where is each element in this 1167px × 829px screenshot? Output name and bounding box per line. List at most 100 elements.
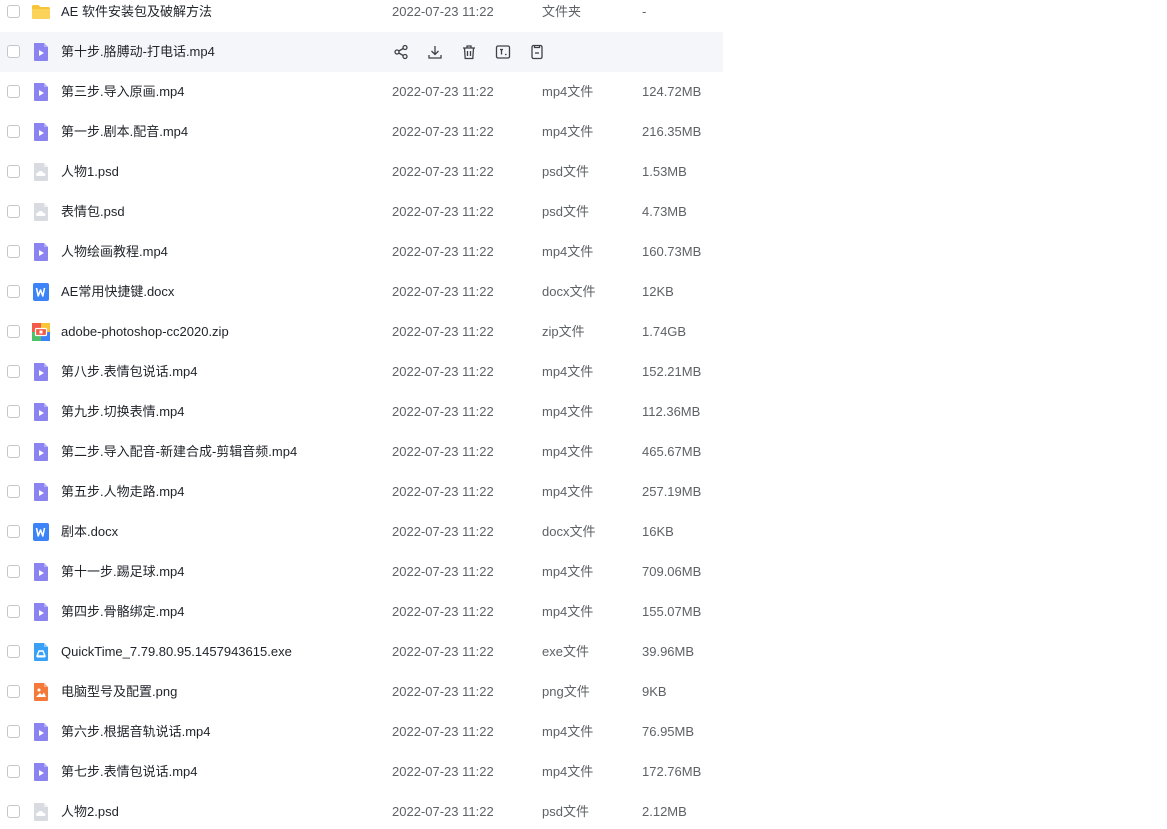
row-checkbox[interactable] bbox=[7, 765, 20, 778]
file-name[interactable]: AE 软件安装包及破解方法 bbox=[61, 0, 212, 32]
file-name[interactable]: 人物绘画教程.mp4 bbox=[61, 232, 168, 272]
file-row[interactable]: 人物1.psd 2022-07-23 11:22 psd文件 1.53MB bbox=[0, 152, 723, 192]
file-row[interactable]: 第七步.表情包说话.mp4 2022-07-23 11:22 mp4文件 172.76… bbox=[0, 752, 723, 792]
file-row[interactable]: 电脑型号及配置.png 2022-07-23 11:22 png文件 9KB bbox=[0, 672, 723, 712]
video-file-icon bbox=[31, 562, 51, 582]
file-date: 2022-07-23 11:22 bbox=[392, 284, 494, 299]
file-row[interactable]: 剧本.docx 2022-07-23 11:22 docx文件 16KB bbox=[0, 512, 723, 552]
download-icon[interactable] bbox=[426, 43, 444, 61]
row-checkbox[interactable] bbox=[7, 325, 20, 338]
file-size: 16KB bbox=[642, 524, 674, 539]
row-checkbox[interactable] bbox=[7, 85, 20, 98]
row-checkbox[interactable] bbox=[7, 605, 20, 618]
file-name[interactable]: 第四步.骨骼绑定.mp4 bbox=[61, 592, 185, 632]
file-size: 2.12MB bbox=[642, 804, 687, 819]
file-row[interactable]: 第十一步.踢足球.mp4 2022-07-23 11:22 mp4文件 709.06M… bbox=[0, 552, 723, 592]
file-type: mp4文件 bbox=[542, 124, 594, 139]
file-type: docx文件 bbox=[542, 284, 596, 299]
file-type: mp4文件 bbox=[542, 244, 594, 259]
file-row[interactable]: 人物绘画教程.mp4 2022-07-23 11:22 mp4文件 160.73MB bbox=[0, 232, 723, 272]
file-name[interactable]: 人物1.psd bbox=[61, 152, 119, 192]
file-date: 2022-07-23 11:22 bbox=[392, 324, 494, 339]
row-checkbox[interactable] bbox=[7, 125, 20, 138]
delete-icon[interactable] bbox=[460, 43, 478, 61]
file-type: mp4文件 bbox=[542, 444, 594, 459]
file-type: psd文件 bbox=[542, 164, 589, 179]
file-name[interactable]: 第八步.表情包说话.mp4 bbox=[61, 352, 198, 392]
file-name[interactable]: adobe-photoshop-cc2020.zip bbox=[61, 312, 229, 352]
row-actions bbox=[392, 42, 562, 62]
file-row[interactable]: AE常用快捷键.docx 2022-07-23 11:22 docx文件 12KB bbox=[0, 272, 723, 312]
file-row[interactable]: 第一步.剧本.配音.mp4 2022-07-23 11:22 mp4文件 216.35… bbox=[0, 112, 723, 152]
row-checkbox[interactable] bbox=[7, 485, 20, 498]
row-checkbox[interactable] bbox=[7, 365, 20, 378]
file-row[interactable]: 第三步.导入原画.mp4 2022-07-23 11:22 mp4文件 124.72M… bbox=[0, 72, 723, 112]
file-row[interactable]: 第八步.表情包说话.mp4 2022-07-23 11:22 mp4文件 152.21… bbox=[0, 352, 723, 392]
zip-file-icon bbox=[31, 322, 51, 342]
share-icon[interactable] bbox=[392, 43, 410, 61]
file-name[interactable]: 第十一步.踢足球.mp4 bbox=[61, 552, 185, 592]
video-file-icon bbox=[31, 122, 51, 142]
file-type: psd文件 bbox=[542, 204, 589, 219]
file-type: exe文件 bbox=[542, 644, 589, 659]
row-checkbox[interactable] bbox=[7, 285, 20, 298]
file-name[interactable]: 第六步.根据音轨说话.mp4 bbox=[61, 712, 211, 752]
file-row[interactable]: 第六步.根据音轨说话.mp4 2022-07-23 11:22 mp4文件 76.95… bbox=[0, 712, 723, 752]
file-name[interactable]: QuickTime_7.79.80.95.1457943615.exe bbox=[61, 632, 292, 672]
row-checkbox[interactable] bbox=[7, 565, 20, 578]
file-row[interactable]: adobe-photoshop-cc2020.zip 2022-07-23 11:… bbox=[0, 312, 723, 352]
file-date: 2022-07-23 11:22 bbox=[392, 244, 494, 259]
file-date: 2022-07-23 11:22 bbox=[392, 604, 494, 619]
file-name[interactable]: AE常用快捷键.docx bbox=[61, 272, 174, 312]
file-name[interactable]: 第三步.导入原画.mp4 bbox=[61, 72, 185, 112]
file-row[interactable]: 第十步.胳膊动-打电话.mp4 bbox=[0, 32, 723, 72]
file-name[interactable]: 表情包.psd bbox=[61, 192, 125, 232]
file-row[interactable]: 第二步.导入配音-新建合成-剪辑音频.mp4 2022-07-23 11:22 mp… bbox=[0, 432, 723, 472]
rename-icon[interactable] bbox=[494, 43, 512, 61]
video-file-icon bbox=[31, 82, 51, 102]
file-type: mp4文件 bbox=[542, 404, 594, 419]
file-row[interactable]: 人物2.psd 2022-07-23 11:22 psd文件 2.12MB bbox=[0, 792, 723, 829]
file-row[interactable]: 表情包.psd 2022-07-23 11:22 psd文件 4.73MB bbox=[0, 192, 723, 232]
row-checkbox[interactable] bbox=[7, 405, 20, 418]
file-name[interactable]: 第五步.人物走路.mp4 bbox=[61, 472, 185, 512]
file-size: 465.67MB bbox=[642, 444, 702, 459]
file-row[interactable]: 第五步.人物走路.mp4 2022-07-23 11:22 mp4文件 257.19M… bbox=[0, 472, 723, 512]
row-checkbox[interactable] bbox=[7, 685, 20, 698]
file-row[interactable]: QuickTime_7.79.80.95.1457943615.exe 2022-… bbox=[0, 632, 723, 672]
file-name[interactable]: 电脑型号及配置.png bbox=[61, 672, 177, 712]
file-size: 12KB bbox=[642, 284, 674, 299]
row-checkbox[interactable] bbox=[7, 525, 20, 538]
file-type: 文件夹 bbox=[542, 4, 582, 19]
file-type: mp4文件 bbox=[542, 84, 594, 99]
file-row[interactable]: AE 软件安装包及破解方法 2022-07-23 11:22 文件夹 - bbox=[0, 0, 723, 32]
file-name[interactable]: 第九步.切换表情.mp4 bbox=[61, 392, 185, 432]
file-type: png文件 bbox=[542, 684, 590, 699]
row-checkbox[interactable] bbox=[7, 245, 20, 258]
file-date: 2022-07-23 11:22 bbox=[392, 684, 494, 699]
file-row[interactable]: 第九步.切换表情.mp4 2022-07-23 11:22 mp4文件 112.36M… bbox=[0, 392, 723, 432]
row-checkbox[interactable] bbox=[7, 165, 20, 178]
row-checkbox[interactable] bbox=[7, 725, 20, 738]
file-type: psd文件 bbox=[542, 804, 589, 819]
file-name[interactable]: 第十步.胳膊动-打电话.mp4 bbox=[61, 32, 215, 72]
file-size: 4.73MB bbox=[642, 204, 687, 219]
file-row[interactable]: 第四步.骨骼绑定.mp4 2022-07-23 11:22 mp4文件 155.07M… bbox=[0, 592, 723, 632]
row-checkbox[interactable] bbox=[7, 45, 20, 58]
file-name[interactable]: 剧本.docx bbox=[61, 512, 118, 552]
row-checkbox[interactable] bbox=[7, 205, 20, 218]
psd-file-icon bbox=[31, 202, 51, 222]
row-checkbox[interactable] bbox=[7, 645, 20, 658]
file-date: 2022-07-23 11:22 bbox=[392, 524, 494, 539]
file-name[interactable]: 人物2.psd bbox=[61, 792, 119, 829]
row-checkbox[interactable] bbox=[7, 805, 20, 818]
file-name[interactable]: 第二步.导入配音-新建合成-剪辑音频.mp4 bbox=[61, 432, 297, 472]
file-size: 155.07MB bbox=[642, 604, 702, 619]
row-checkbox[interactable] bbox=[7, 445, 20, 458]
video-file-icon bbox=[31, 362, 51, 382]
file-name[interactable]: 第一步.剧本.配音.mp4 bbox=[61, 112, 188, 152]
file-name[interactable]: 第七步.表情包说话.mp4 bbox=[61, 752, 198, 792]
file-type: mp4文件 bbox=[542, 604, 594, 619]
more-icon[interactable] bbox=[528, 43, 546, 61]
row-checkbox[interactable] bbox=[7, 5, 20, 18]
